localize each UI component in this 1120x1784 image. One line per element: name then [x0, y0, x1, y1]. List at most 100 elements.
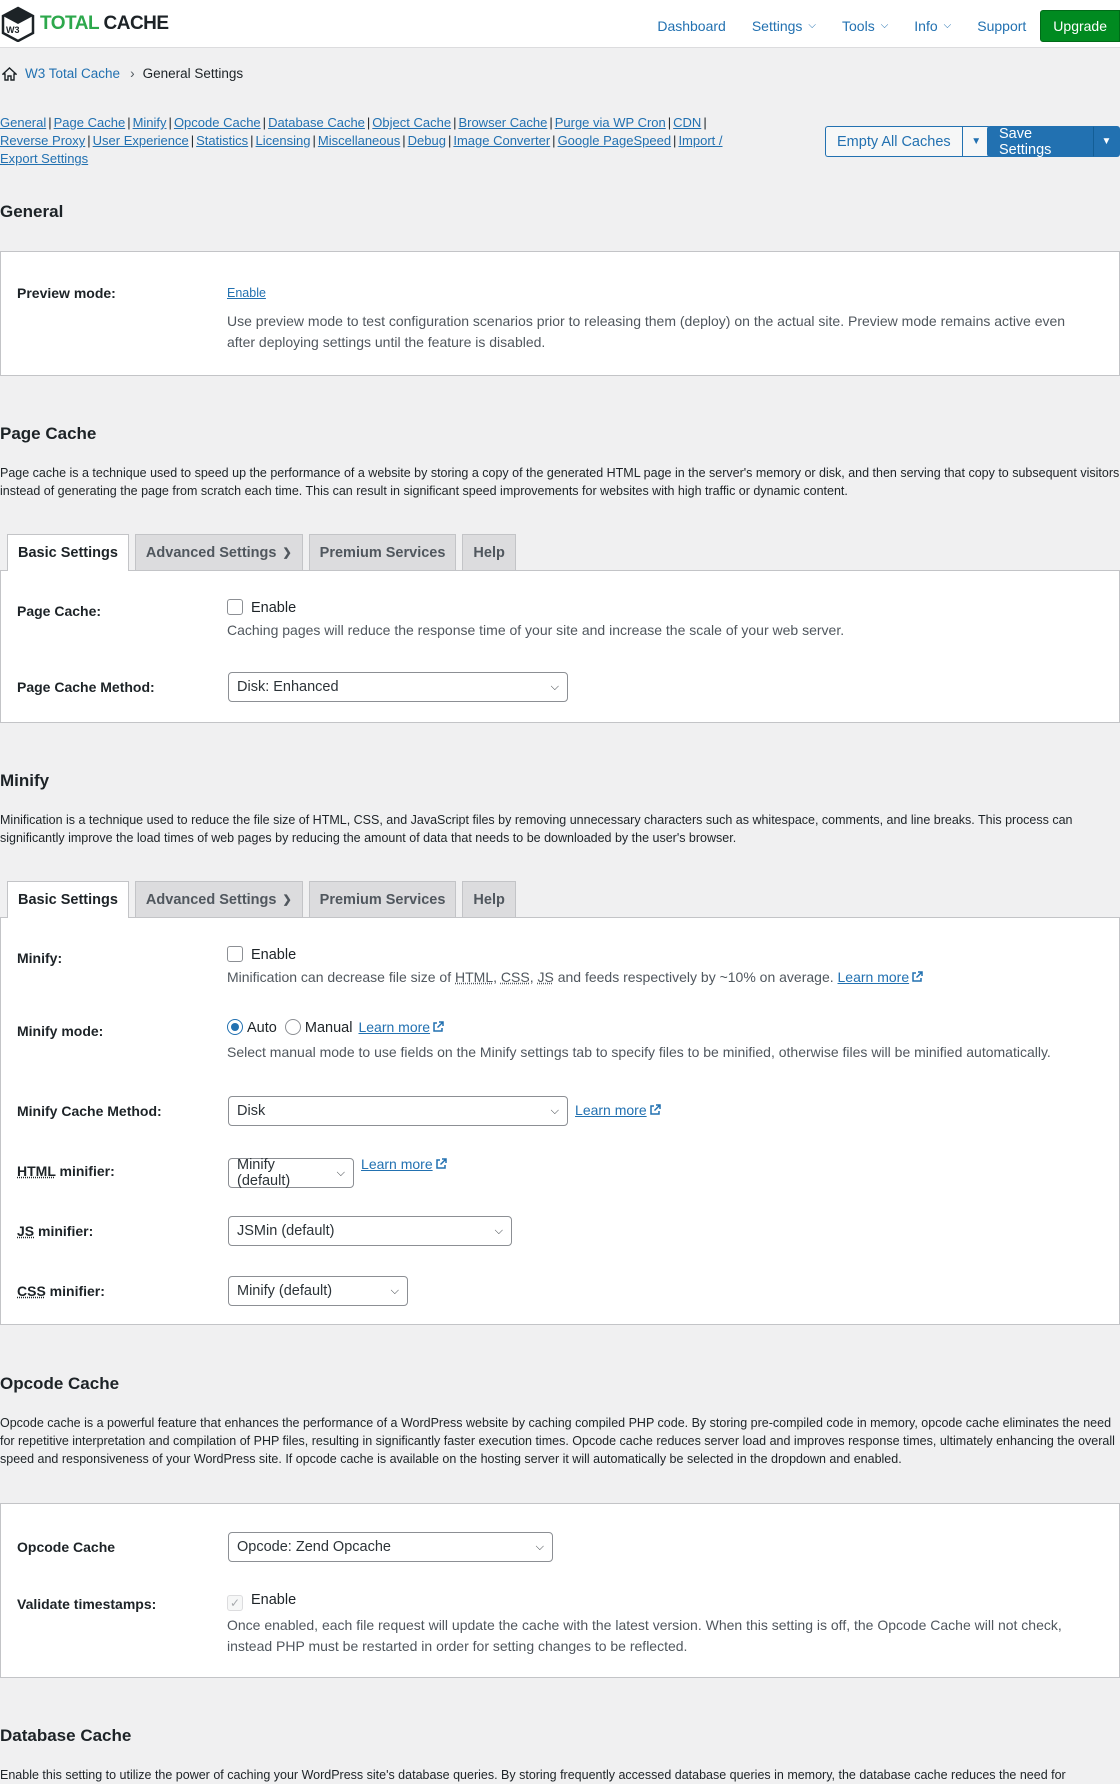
css-minifier-select[interactable]: Minify (default) ⌵	[228, 1276, 408, 1306]
general-settings-box: Preview mode: Enable Use preview mode to…	[0, 251, 1120, 376]
preview-enable-link[interactable]: Enable	[227, 286, 266, 300]
minify-enable-checkbox[interactable]	[227, 946, 243, 962]
chevron-right-icon: ❯	[282, 547, 292, 559]
chevron-down-icon: ⌵	[550, 680, 559, 693]
section-link-reverse-proxy[interactable]: Reverse Proxy	[0, 133, 85, 148]
minify-mode-manual-radio[interactable]	[284, 1019, 301, 1035]
external-link-icon	[912, 971, 923, 982]
validate-timestamps-checkbox[interactable]: ✓	[227, 1595, 243, 1611]
section-link-purge-via-wp-cron[interactable]: Purge via WP Cron	[555, 115, 666, 130]
external-link-icon	[433, 1021, 444, 1032]
nav-settings[interactable]: Settings ⌵	[752, 18, 816, 34]
nav-support[interactable]: Support	[977, 18, 1026, 34]
minify-cache-method-label: Minify Cache Method:	[17, 1103, 162, 1119]
w3-total-cache-logo[interactable]: W3 TOTAL CACHE	[0, 6, 169, 42]
section-link-object-cache[interactable]: Object Cache	[372, 115, 451, 130]
tab-help[interactable]: Help	[462, 534, 516, 570]
minify-description: Minification is a technique used to redu…	[0, 813, 1073, 845]
section-link-google-pagespeed[interactable]: Google PageSpeed	[558, 133, 671, 148]
tab-advanced-settings[interactable]: Advanced Settings ❯	[134, 534, 303, 570]
section-link-cdn[interactable]: CDN	[673, 115, 701, 130]
tab-help[interactable]: Help	[462, 881, 516, 917]
general-heading: General	[0, 202, 64, 221]
tab-premium-services[interactable]: Premium Services	[308, 534, 457, 570]
logo-wordmark: TOTAL CACHE	[40, 13, 169, 34]
minify-mode-auto-radio[interactable]	[227, 1019, 243, 1035]
breadcrumb-current: General Settings	[142, 66, 244, 81]
html-minifier-learn-more-link[interactable]: Learn more	[361, 1156, 433, 1172]
chevron-down-icon: ⌵	[535, 1540, 544, 1553]
breadcrumb-root-link[interactable]: W3 Total Cache	[25, 66, 120, 81]
minify-learn-more-link[interactable]: Learn more	[838, 969, 910, 985]
section-link-browser-cache[interactable]: Browser Cache	[458, 115, 547, 130]
section-link-page-cache[interactable]: Page Cache	[54, 115, 126, 130]
validate-timestamps-enable-text: Enable	[251, 1592, 297, 1608]
preview-mode-label: Preview mode:	[17, 285, 116, 301]
tab-basic-settings[interactable]: Basic Settings	[7, 534, 129, 571]
section-link-user-experience[interactable]: User Experience	[93, 133, 189, 148]
minify-cache-method-select[interactable]: Disk ⌵	[228, 1096, 568, 1126]
page-cache-method-select[interactable]: Disk: Enhanced ⌵	[228, 672, 568, 702]
page-cache-enable-checkbox[interactable]	[227, 599, 243, 615]
preview-mode-help: Use preview mode to test configuration s…	[227, 313, 1066, 350]
opcode-cache-description: Opcode cache is a powerful feature that …	[0, 1416, 1115, 1466]
section-link-minify[interactable]: Minify	[133, 115, 167, 130]
validate-timestamps-label: Validate timestamps:	[17, 1596, 157, 1612]
css-minifier-label: CSS minifier:	[17, 1283, 105, 1299]
page-cache-method-label: Page Cache Method:	[17, 679, 155, 695]
tab-basic-settings[interactable]: Basic Settings	[7, 881, 129, 918]
page-cache-description: Page cache is a technique used to speed …	[0, 466, 1120, 498]
section-link-opcode-cache[interactable]: Opcode Cache	[174, 115, 261, 130]
section-link-miscellaneous[interactable]: Miscellaneous	[318, 133, 400, 148]
top-navigation: Dashboard Settings ⌵ Tools ⌵ Info ⌵ Support…	[631, 10, 1120, 42]
section-link-general[interactable]: General	[0, 115, 46, 130]
minify-help: Minification can decrease file size of H…	[227, 967, 1103, 988]
empty-all-caches-button[interactable]: Empty All Caches	[825, 126, 962, 157]
chevron-down-icon: ⌵	[390, 1284, 399, 1297]
section-link-licensing[interactable]: Licensing	[256, 133, 311, 148]
chevron-down-icon: ⌵	[494, 1224, 503, 1237]
external-link-icon	[649, 1104, 661, 1115]
section-link-debug[interactable]: Debug	[408, 133, 446, 148]
tab-advanced-settings[interactable]: Advanced Settings ❯	[134, 881, 303, 917]
home-icon[interactable]	[2, 66, 17, 81]
section-link-image-converter[interactable]: Image Converter	[453, 133, 550, 148]
minify-label: Minify:	[17, 950, 63, 966]
top-bar: W3 TOTAL CACHE Dashboard Settings ⌵ Tools…	[0, 0, 1120, 48]
nav-tools[interactable]: Tools ⌵	[842, 18, 888, 34]
minify-cache-method-learn-more-link[interactable]: Learn more	[575, 1102, 647, 1118]
minify-mode-learn-more-link[interactable]: Learn more	[358, 1019, 430, 1035]
upgrade-button[interactable]: Upgrade	[1040, 10, 1120, 42]
page-cache-label: Page Cache:	[17, 603, 102, 619]
page-cache-tabs: Basic Settings Advanced Settings ❯ Premiu…	[7, 534, 522, 571]
opcode-cache-heading: Opcode Cache	[0, 1374, 120, 1393]
svg-text:W3: W3	[6, 25, 20, 35]
js-minifier-label: JS minifier:	[17, 1223, 94, 1239]
empty-all-caches-group: Empty All Caches ▼	[825, 126, 991, 157]
page-cache-settings-box: Page Cache: Enable Caching pages will re…	[0, 570, 1120, 723]
section-link-database-cache[interactable]: Database Cache	[268, 115, 365, 130]
save-settings-group: Save Settings ▼	[987, 126, 1120, 158]
validate-timestamps-help: Once enabled, each file request will upd…	[227, 1617, 1062, 1654]
html-minifier-select[interactable]: Minify (default) ⌵	[228, 1157, 354, 1189]
opcode-cache-settings-box: Opcode Cache Opcode: Zend Opcache ⌵ Valid…	[0, 1503, 1120, 1678]
section-link-statistics[interactable]: Statistics	[196, 133, 248, 148]
minify-mode-help: Select manual mode to use fields on the …	[227, 1044, 1051, 1060]
save-settings-button[interactable]: Save Settings	[987, 126, 1093, 158]
js-minifier-select[interactable]: JSMin (default) ⌵	[228, 1216, 512, 1246]
external-link-icon	[435, 1158, 447, 1169]
caret-down-icon: ▼	[971, 136, 982, 147]
page-cache-heading: Page Cache	[0, 424, 97, 443]
save-settings-dropdown-toggle[interactable]: ▼	[1092, 126, 1120, 157]
chevron-down-icon: ⌵	[808, 19, 817, 31]
page-cache-help: Caching pages will reduce the response t…	[227, 622, 845, 638]
minify-heading: Minify	[0, 771, 50, 790]
chevron-right-icon: ›	[130, 66, 135, 81]
chevron-down-icon: ⌵	[880, 19, 889, 31]
nav-dashboard[interactable]: Dashboard	[657, 18, 726, 34]
tab-premium-services[interactable]: Premium Services	[308, 881, 457, 917]
minify-settings-box: Minify: Enable Minification can decrease…	[0, 917, 1120, 1325]
nav-info[interactable]: Info ⌵	[914, 18, 951, 34]
opcode-cache-select[interactable]: Opcode: Zend Opcache ⌵	[228, 1532, 553, 1562]
chevron-down-icon: ⌵	[550, 1104, 559, 1117]
